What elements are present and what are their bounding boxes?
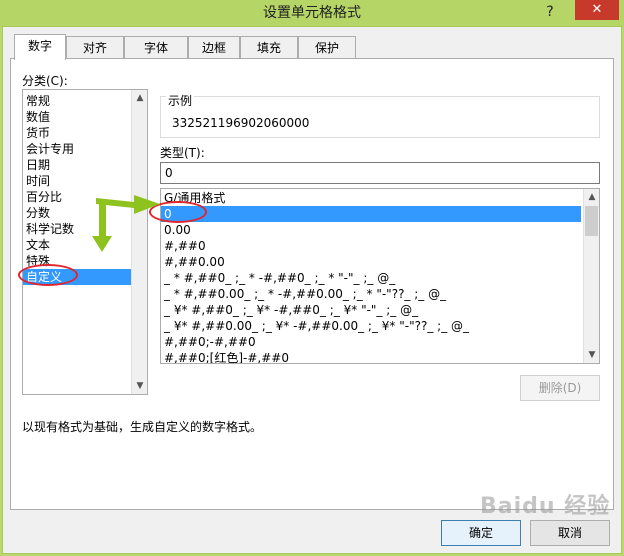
format-item[interactable]: _ * #,##0.00_ ;_ * -#,##0.00_ ;_ * "-"??… (161, 286, 581, 302)
watermark: Baidu 经验 (480, 494, 611, 519)
format-item[interactable]: _ ¥* #,##0_ ;_ ¥* -#,##0_ ;_ ¥* "-"_ ;_ … (161, 302, 581, 318)
tab-fill[interactable]: 填充 (240, 36, 298, 58)
category-item-number[interactable]: 数值 (23, 109, 131, 125)
type-label: 类型(T): (160, 146, 205, 160)
tab-protection[interactable]: 保护 (298, 36, 356, 58)
category-item-special[interactable]: 特殊 (23, 253, 131, 269)
format-description: 以现有格式为基础，生成自定义的数字格式。 (22, 420, 263, 434)
scroll-down-icon[interactable]: ▼ (584, 347, 599, 363)
category-item-currency[interactable]: 货币 (23, 125, 131, 141)
close-button[interactable]: ✕ (575, 0, 619, 20)
category-item-fraction[interactable]: 分数 (23, 205, 131, 221)
help-button[interactable]: ? (540, 2, 560, 22)
format-item[interactable]: #,##0;[红色]-#,##0 (161, 350, 581, 363)
ok-button[interactable]: 确定 (441, 520, 521, 546)
category-item-text[interactable]: 文本 (23, 237, 131, 253)
sample-label: 示例 (166, 92, 195, 109)
format-item-selected[interactable]: 0 (161, 206, 581, 222)
type-input[interactable]: 0 (160, 162, 600, 184)
tab-font[interactable]: 字体 (124, 36, 188, 58)
category-item-time[interactable]: 时间 (23, 173, 131, 189)
scroll-down-icon[interactable]: ▼ (132, 378, 147, 394)
format-list[interactable]: G/通用格式 0 0.00 #,##0 #,##0.00 _ * #,##0_ … (160, 188, 600, 364)
tab-border[interactable]: 边框 (188, 36, 240, 58)
format-item[interactable]: #,##0.00 (161, 254, 581, 270)
category-item-custom[interactable]: 自定义 (23, 269, 131, 285)
format-item[interactable]: #,##0 (161, 238, 581, 254)
format-item[interactable]: #,##0;-#,##0 (161, 334, 581, 350)
format-item[interactable]: _ * #,##0_ ;_ * -#,##0_ ;_ * "-"_ ;_ @_ (161, 270, 581, 286)
sample-value: 332521196902060000 (172, 116, 310, 130)
tab-number[interactable]: 数字 (14, 34, 66, 60)
format-item[interactable]: _ ¥* #,##0.00_ ;_ ¥* -#,##0.00_ ;_ ¥* "-… (161, 318, 581, 334)
format-item[interactable]: G/通用格式 (161, 190, 581, 206)
scroll-up-icon[interactable]: ▲ (132, 90, 147, 106)
tab-alignment[interactable]: 对齐 (66, 36, 124, 58)
scroll-thumb[interactable] (585, 206, 598, 236)
format-item[interactable]: 0.00 (161, 222, 581, 238)
category-list[interactable]: 常规 数值 货币 会计专用 日期 时间 百分比 分数 科学记数 文本 特殊 自定… (22, 89, 148, 395)
category-label: 分类(C): (22, 74, 68, 88)
dialog-title: 设置单元格格式 (263, 5, 361, 21)
category-item-date[interactable]: 日期 (23, 157, 131, 173)
format-scrollbar[interactable]: ▲ ▼ (583, 189, 599, 363)
delete-button[interactable]: 删除(D) (520, 375, 600, 401)
category-item-accounting[interactable]: 会计专用 (23, 141, 131, 157)
cancel-button[interactable]: 取消 (530, 520, 610, 546)
category-item-general[interactable]: 常规 (23, 93, 131, 109)
category-item-scientific[interactable]: 科学记数 (23, 221, 131, 237)
scroll-up-icon[interactable]: ▲ (584, 189, 599, 205)
category-scrollbar[interactable]: ▲ ▼ (131, 90, 147, 394)
category-item-percentage[interactable]: 百分比 (23, 189, 131, 205)
